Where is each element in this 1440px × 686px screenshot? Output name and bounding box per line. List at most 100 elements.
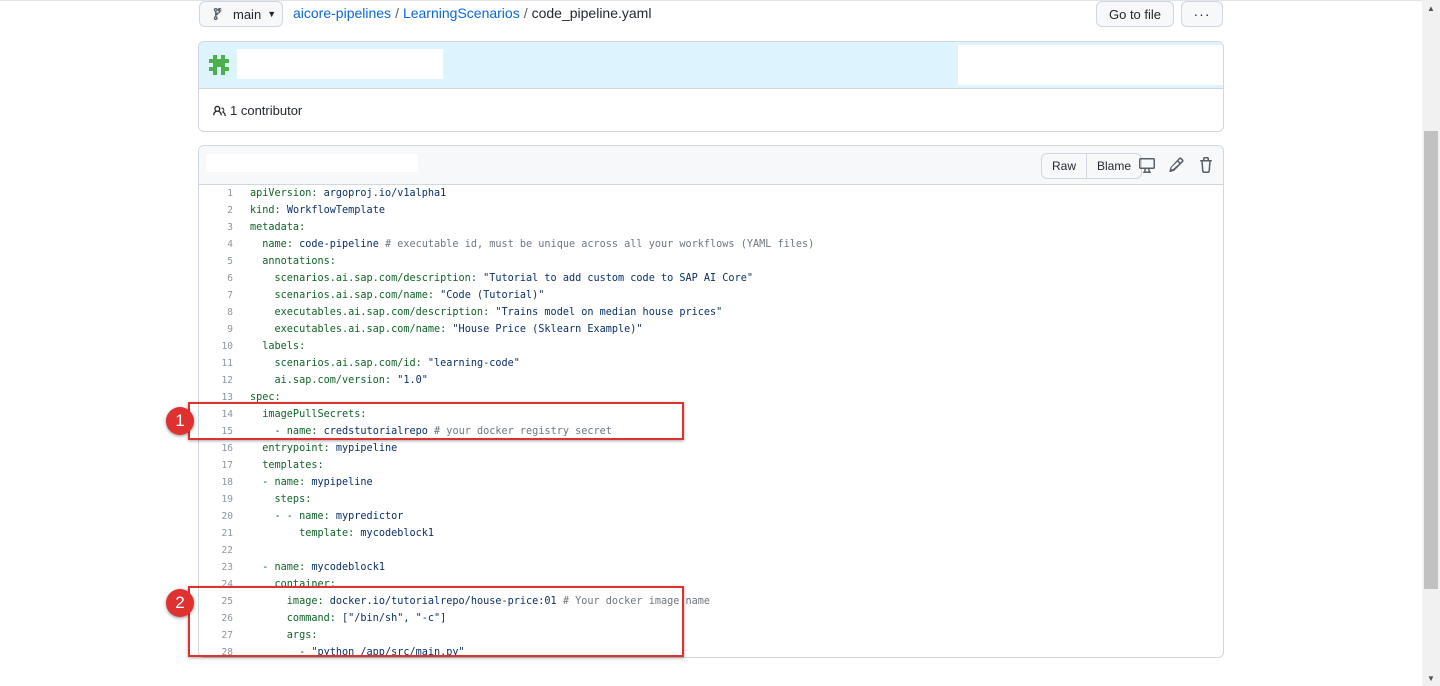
breadcrumb-folder-link[interactable]: LearningScenarios [403,5,520,21]
code-line: 23 - name: mycodeblock1 [199,559,1223,576]
code-key: ai.sap.com/version [250,375,385,386]
code-line: 6 scenarios.ai.sap.com/description: "Tut… [199,270,1223,287]
code-value: WorkflowTemplate [286,205,385,216]
line-number[interactable]: 4 [199,239,250,250]
branch-selector-button[interactable]: main ▼ [199,1,283,27]
code-line: 16 entrypoint: mypipeline [199,440,1223,457]
code-key: - name [250,562,300,573]
redacted-commit-author [237,49,443,79]
line-number[interactable]: 23 [199,562,250,573]
annotation-badge-1: 1 [166,407,194,435]
caret-down-icon: ▼ [267,9,277,19]
code-sep: : [440,324,453,335]
code-sep: : [305,494,312,505]
line-number[interactable]: 9 [199,324,250,335]
scroll-down-arrow-icon[interactable]: ▼ [1422,670,1440,686]
line-number[interactable]: 16 [199,443,250,454]
code-line: 20 - - name: mypredictor [199,508,1223,525]
breadcrumb-separator: / [523,5,528,21]
line-number[interactable]: 3 [199,222,250,233]
code-line: 21 template: mycodeblock1 [199,525,1223,542]
blame-button[interactable]: Blame [1086,154,1141,178]
trash-icon[interactable] [1198,157,1214,173]
code-key: annotations [250,256,330,267]
go-to-file-button[interactable]: Go to file [1096,1,1174,27]
line-number[interactable]: 12 [199,375,250,386]
highlight-box-2 [188,586,684,657]
raw-blame-button-group: Raw Blame [1041,153,1143,179]
code-line: 4 name: code-pipeline # executable id, m… [199,236,1223,253]
line-number[interactable]: 19 [199,494,250,505]
code-line: 2 kind: WorkflowTemplate [199,202,1223,219]
latest-commit-box: 1 contributor [198,41,1224,132]
code-key: templates [250,460,318,471]
code-sep: : [286,239,300,250]
contributors-count: 1 contributor [230,103,303,118]
vertical-scrollbar[interactable]: ▲ ▼ [1422,0,1440,686]
scrollbar-thumb[interactable] [1424,131,1438,589]
line-number[interactable]: 6 [199,273,250,284]
code-value: "House Price (Sklearn Example)" [452,324,643,335]
line-number[interactable]: 17 [199,460,250,471]
annotation-badge-2: 2 [166,589,194,617]
people-icon [213,105,226,116]
code-line: 3 metadata: [199,219,1223,236]
code-sep: : [299,341,306,352]
code-key: scenarios.ai.sap.com/description [250,273,471,284]
breadcrumb: aicore-pipelines / LearningScenarios / code_… [293,5,651,21]
line-number[interactable]: 22 [199,545,250,556]
code-line: 5 annotations: [199,253,1223,270]
code-value: "Tutorial to add custom code to SAP AI C… [483,273,753,284]
code-sep: : [274,205,287,216]
code-sep: : [329,256,336,267]
code-value: mypredictor [335,511,404,522]
code-line: 19 steps: [199,491,1223,508]
line-number[interactable]: 2 [199,205,250,216]
code-key: executables.ai.sap.com/description [250,307,484,318]
file-header: Raw Blame [199,146,1223,185]
code-key: name [250,239,287,250]
code-value: code-pipeline [299,239,379,250]
code-sep: : [384,375,398,386]
line-number[interactable]: 11 [199,358,250,369]
code-sep: : [299,222,306,233]
line-number[interactable]: 18 [199,477,250,488]
code-line: 17 templates: [199,457,1223,474]
code-key: template [250,528,349,539]
breadcrumb-separator: / [395,5,399,21]
redacted-file-info [206,154,418,172]
breadcrumb-file-name: code_pipeline.yaml [531,5,652,21]
code-key: apiVersion [250,188,312,199]
code-key: labels [250,341,300,352]
code-sep: : [311,188,324,199]
code-line: 7 scenarios.ai.sap.com/name: "Code (Tuto… [199,287,1223,304]
code-value: "1.0" [397,375,428,386]
code-line: 18 - name: mypipeline [199,474,1223,491]
code-key: executables.ai.sap.com/name [250,324,441,335]
pencil-icon[interactable] [1168,157,1184,173]
more-options-button[interactable]: ··· [1181,1,1223,27]
code-comment: # executable id, must be unique across a… [378,239,815,250]
scroll-up-arrow-icon[interactable]: ▲ [1422,0,1440,16]
raw-button[interactable]: Raw [1042,154,1086,178]
line-number[interactable]: 5 [199,256,250,267]
line-number[interactable]: 10 [199,341,250,352]
code-key: metadata [250,222,300,233]
code-key: steps [250,494,306,505]
line-number[interactable]: 7 [199,290,250,301]
code-line: 22 [199,542,1223,559]
contributors-info[interactable]: 1 contributor [212,103,302,118]
breadcrumb-repo-link[interactable]: aicore-pipelines [293,5,391,21]
branch-name: main [233,6,262,22]
line-number[interactable]: 8 [199,307,250,318]
line-number[interactable]: 1 [199,188,250,199]
desktop-icon[interactable] [1139,157,1155,173]
code-line: 11 scenarios.ai.sap.com/id: "learning-co… [199,355,1223,372]
code-sep: : [323,511,336,522]
highlight-box-1 [188,402,684,440]
code-value: mypipeline [335,443,398,454]
line-number[interactable]: 20 [199,511,250,522]
code-value: "learning-code" [427,358,520,369]
line-number[interactable]: 21 [199,528,250,539]
avatar[interactable] [209,55,229,75]
